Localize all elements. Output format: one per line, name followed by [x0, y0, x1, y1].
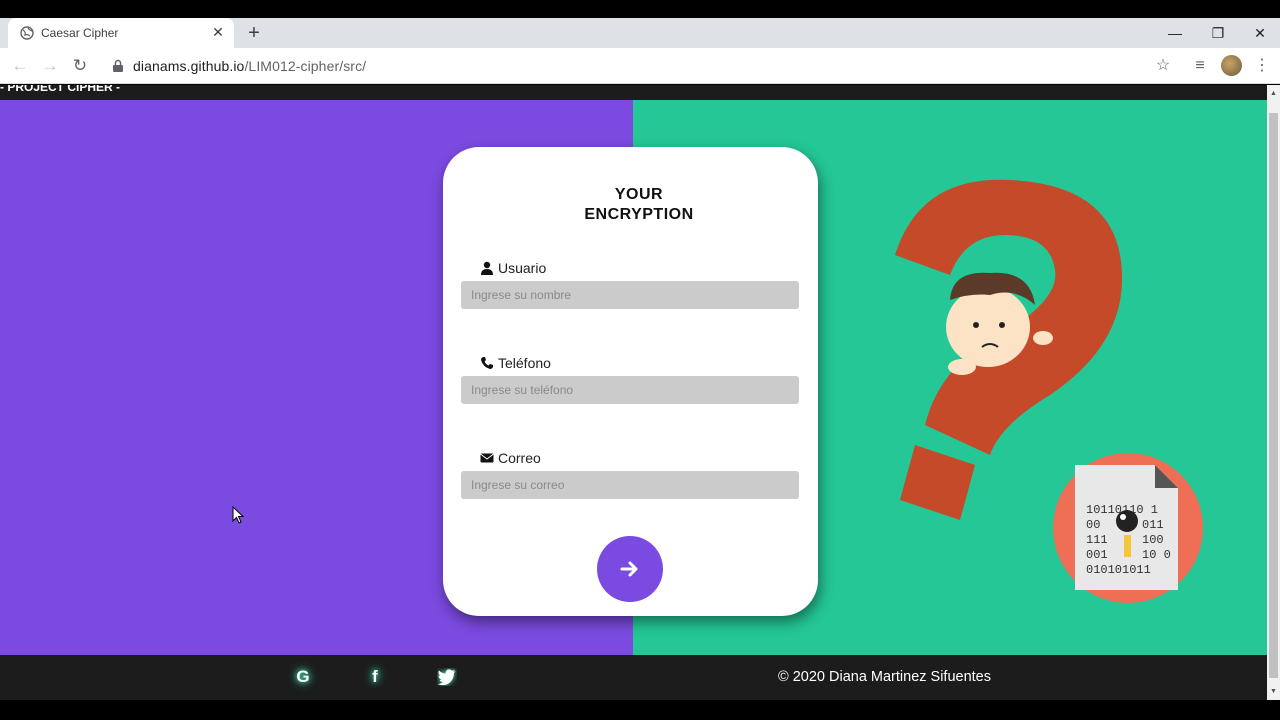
binary-line-3: 011 — [1142, 518, 1164, 532]
question-mark-dot — [900, 445, 975, 520]
scroll-up-arrow-icon[interactable]: ▲ — [1267, 87, 1280, 100]
scroll-down-arrow-icon[interactable]: ▼ — [1267, 685, 1280, 698]
mouse-cursor-icon — [232, 506, 244, 524]
binary-line-6: 001 — [1086, 548, 1108, 562]
lock-icon — [113, 59, 123, 72]
phone-icon — [481, 357, 493, 369]
reload-icon[interactable]: ↻ — [70, 56, 90, 76]
url-host: dianams.github.io — [133, 58, 245, 74]
question-mark-illustration: 10110110 1 00 011 111 100 001 10 0 01010… — [895, 179, 1203, 603]
profile-avatar[interactable] — [1221, 55, 1242, 76]
binary-line-7: 10 0 — [1142, 548, 1171, 562]
telefono-label-text: Teléfono — [498, 355, 551, 371]
key-icon — [1124, 535, 1131, 557]
back-arrow-icon[interactable]: ← — [10, 56, 30, 76]
screen-bottom-bar — [0, 700, 1280, 720]
globe-icon — [20, 26, 34, 40]
star-icon[interactable]: ☆ — [1153, 56, 1173, 76]
correo-label-text: Correo — [498, 450, 541, 466]
close-window-button[interactable]: ✕ — [1245, 22, 1275, 44]
minimize-button[interactable]: — — [1160, 22, 1190, 44]
page-footer: G f © 2020 Diana Martinez Sifuentes — [0, 655, 1267, 700]
submit-button[interactable] — [597, 536, 663, 602]
browser-tab[interactable]: Caesar Cipher ✕ — [8, 18, 234, 48]
copyright-text: © 2020 Diana Martinez Sifuentes — [778, 669, 991, 685]
user-icon — [481, 261, 493, 275]
character-left-eye — [973, 322, 979, 328]
telefono-input[interactable] — [461, 376, 799, 404]
page-viewport: - PROJECT CIPHER - YOUR ENCRYPTION Usuar… — [0, 85, 1267, 700]
twitter-icon[interactable] — [437, 668, 457, 686]
telefono-label: Teléfono — [480, 355, 551, 371]
usuario-label-text: Usuario — [498, 260, 547, 276]
encryption-form-card: YOUR ENCRYPTION Usuario Teléfono Correo — [443, 147, 818, 616]
card-title-line1: YOUR — [614, 186, 664, 203]
keyhole-icon — [1116, 510, 1138, 532]
google-icon[interactable]: G — [293, 667, 313, 687]
restore-button[interactable]: ❐ — [1203, 22, 1233, 44]
character-right-eye — [999, 322, 1005, 328]
card-title-line2: ENCRYPTION — [584, 206, 694, 223]
character-right-hand — [1033, 331, 1053, 345]
page-scrollbar[interactable]: ▲ ▼ — [1267, 85, 1280, 700]
page-header-label: - PROJECT CIPHER - — [0, 85, 121, 94]
tab-strip: Caesar Cipher ✕ + — ❐ ✕ — [0, 18, 1280, 48]
new-tab-button[interactable]: + — [244, 23, 264, 43]
correo-label: Correo — [480, 450, 541, 466]
character-face — [946, 287, 1030, 367]
usuario-label: Usuario — [480, 260, 546, 276]
tab-title: Caesar Cipher — [41, 26, 119, 40]
binary-line-8: 010101011 — [1086, 563, 1151, 577]
media-control-icon[interactable]: ≡ — [1190, 56, 1210, 76]
scroll-thumb[interactable] — [1269, 113, 1278, 678]
keyhole-shine — [1120, 514, 1126, 520]
envelope-icon — [480, 453, 494, 463]
binary-line-5: 100 — [1142, 533, 1164, 547]
screen-top-bar — [0, 0, 1280, 18]
binary-line-4: 111 — [1086, 533, 1108, 547]
usuario-input[interactable] — [461, 281, 799, 309]
correo-input[interactable] — [461, 471, 799, 499]
card-title: YOUR ENCRYPTION — [443, 185, 835, 225]
binary-line-2: 00 — [1086, 518, 1100, 532]
url-path: /LIM012-cipher/src/ — [244, 58, 367, 74]
page-header: - PROJECT CIPHER - — [0, 85, 1267, 100]
forward-arrow-icon[interactable]: → — [40, 56, 60, 76]
facebook-icon[interactable]: f — [365, 667, 385, 687]
menu-kebab-icon[interactable]: ⋮ — [1252, 56, 1272, 76]
character-left-hand — [948, 359, 976, 375]
tab-close-icon[interactable]: ✕ — [210, 24, 226, 40]
arrow-right-icon — [620, 561, 638, 577]
browser-toolbar: ← → ↻ dianams.github.io/LIM012-cipher/sr… — [0, 48, 1280, 84]
address-bar[interactable]: dianams.github.io/LIM012-cipher/src/ — [133, 58, 366, 74]
